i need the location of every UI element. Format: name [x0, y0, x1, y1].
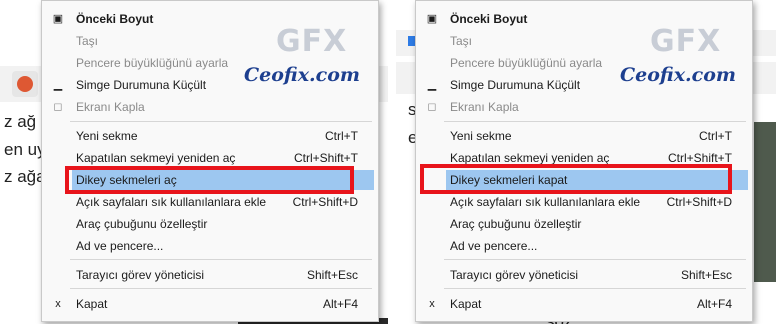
background-text-2: en uy — [4, 140, 46, 159]
menu-item-label: Simge Durumuna Küçült — [76, 78, 207, 92]
menu-item-shortcut: Ctrl+T — [325, 129, 358, 143]
menu-item-label: Ad ve pencere... — [450, 239, 538, 253]
menu-item-arac-cubugunu-ozellestir[interactable]: Araç çubuğunu özelleştir — [416, 213, 752, 235]
menu-item-yeni-sekme[interactable]: Yeni sekme Ctrl+T — [416, 125, 752, 147]
menu-item-shortcut: Ctrl+Shift+D — [292, 195, 358, 209]
watermark-logo: GFX — [276, 24, 348, 59]
menu-item-tarayici-gorev-yoneticisi[interactable]: Tarayıcı görev yöneticisi Shift+Esc — [416, 264, 752, 286]
menu-item-shortcut: Alt+F4 — [696, 297, 732, 311]
menu-separator — [70, 259, 372, 260]
menu-item-ad-ve-pencere[interactable]: Ad ve pencere... — [416, 235, 752, 257]
menu-item-shortcut: Ctrl+T — [699, 129, 732, 143]
duckduckgo-icon — [17, 76, 33, 92]
menu-item-label: Yeni sekme — [76, 129, 138, 143]
background-text-3: z ağa — [4, 167, 46, 186]
maximize-icon: ◻ — [53, 101, 63, 113]
watermark-logo: GFX — [650, 24, 722, 59]
minimize-icon: ▁ — [53, 79, 63, 91]
menu-item-label: Ekranı Kapla — [76, 100, 145, 114]
annotation-highlight-box — [65, 166, 354, 194]
menu-item-label: Açık sayfaları sık kullanılanlara ekle — [450, 195, 641, 209]
menu-separator — [70, 288, 372, 289]
background-text-1: z ağ — [4, 112, 37, 131]
watermark-site: Ceofix.com — [244, 64, 360, 86]
menu-item-label: Pencere büyüklüğünü ayarla — [450, 56, 603, 70]
restore-icon: ▣ — [52, 13, 64, 25]
menu-item-shortcut: Alt+F4 — [322, 297, 358, 311]
menu-item-label: Tarayıcı görev yöneticisi — [76, 268, 205, 282]
menu-item-label: Ekranı Kapla — [450, 100, 519, 114]
menu-item-label: Önceki Boyut — [76, 12, 154, 26]
menu-item-kapat[interactable]: x Kapat Alt+F4 — [416, 293, 752, 315]
menu-separator — [444, 288, 746, 289]
restore-icon: ▣ — [426, 13, 438, 25]
menu-separator — [444, 259, 746, 260]
menu-item-shortcut: Shift+Esc — [306, 268, 358, 282]
menu-item-shortcut: Shift+Esc — [680, 268, 732, 282]
menu-separator — [444, 121, 746, 122]
minimize-icon: ▁ — [427, 79, 437, 91]
menu-item-label: Araç çubuğunu özelleştir — [450, 217, 582, 231]
menu-item-ekrani-kapla: ◻ Ekranı Kapla — [416, 96, 752, 118]
menu-item-arac-cubugunu-ozellestir[interactable]: Araç çubuğunu özelleştir — [42, 213, 378, 235]
menu-item-shortcut: Ctrl+Shift+D — [666, 195, 732, 209]
close-icon: x — [55, 298, 61, 310]
menu-separator — [70, 121, 372, 122]
menu-item-label: Taşı — [76, 34, 99, 48]
menu-item-acik-sayfalari-sik-kullanilanlara-ekle[interactable]: Açık sayfaları sık kullanılanlara ekle Ct… — [42, 191, 378, 213]
left-screenshot: z ağ en uy z ağa ▣ Önceki Boyut Taşı Pencer… — [0, 0, 388, 324]
menu-item-label: Ad ve pencere... — [76, 239, 164, 253]
menu-item-tarayici-gorev-yoneticisi[interactable]: Tarayıcı görev yöneticisi Shift+Esc — [42, 264, 378, 286]
menu-item-kapat[interactable]: x Kapat Alt+F4 — [42, 293, 378, 315]
duckduckgo-tab[interactable] — [12, 71, 38, 97]
menu-item-label: Pencere büyüklüğünü ayarla — [76, 56, 229, 70]
menu-item-label: Yeni sekme — [450, 129, 512, 143]
menu-item-label: Kapat — [76, 297, 108, 311]
watermark-site: Ceofix.com — [620, 64, 736, 86]
menu-item-label: Önceki Boyut — [450, 12, 528, 26]
right-screenshot: so eni söz ▣Önceki BoyutTaşıPencere büyü… — [396, 0, 776, 324]
menu-item-label: Açık sayfaları sık kullanılanlara ekle — [76, 195, 267, 209]
menu-item-yeni-sekme[interactable]: Yeni sekme Ctrl+T — [42, 125, 378, 147]
close-icon: x — [429, 298, 435, 310]
annotation-highlight-box — [420, 164, 732, 194]
menu-item-acik-sayfalari-sik-kullanilanlara-ekle[interactable]: Açık sayfaları sık kullanılanlara ekle Ct… — [416, 191, 752, 213]
background-thumbnail — [754, 122, 776, 282]
menu-item-label: Tarayıcı görev yöneticisi — [450, 268, 579, 282]
menu-item-label: Araç çubuğunu özelleştir — [76, 217, 208, 231]
menu-item-label: Kapat — [450, 297, 482, 311]
maximize-icon: ◻ — [427, 101, 437, 113]
menu-item-ekrani-kapla: ◻ Ekranı Kapla — [42, 96, 378, 118]
menu-item-label: Simge Durumuna Küçült — [450, 78, 581, 92]
menu-item-label: Taşı — [450, 34, 473, 48]
menu-item-ad-ve-pencere[interactable]: Ad ve pencere... — [42, 235, 378, 257]
